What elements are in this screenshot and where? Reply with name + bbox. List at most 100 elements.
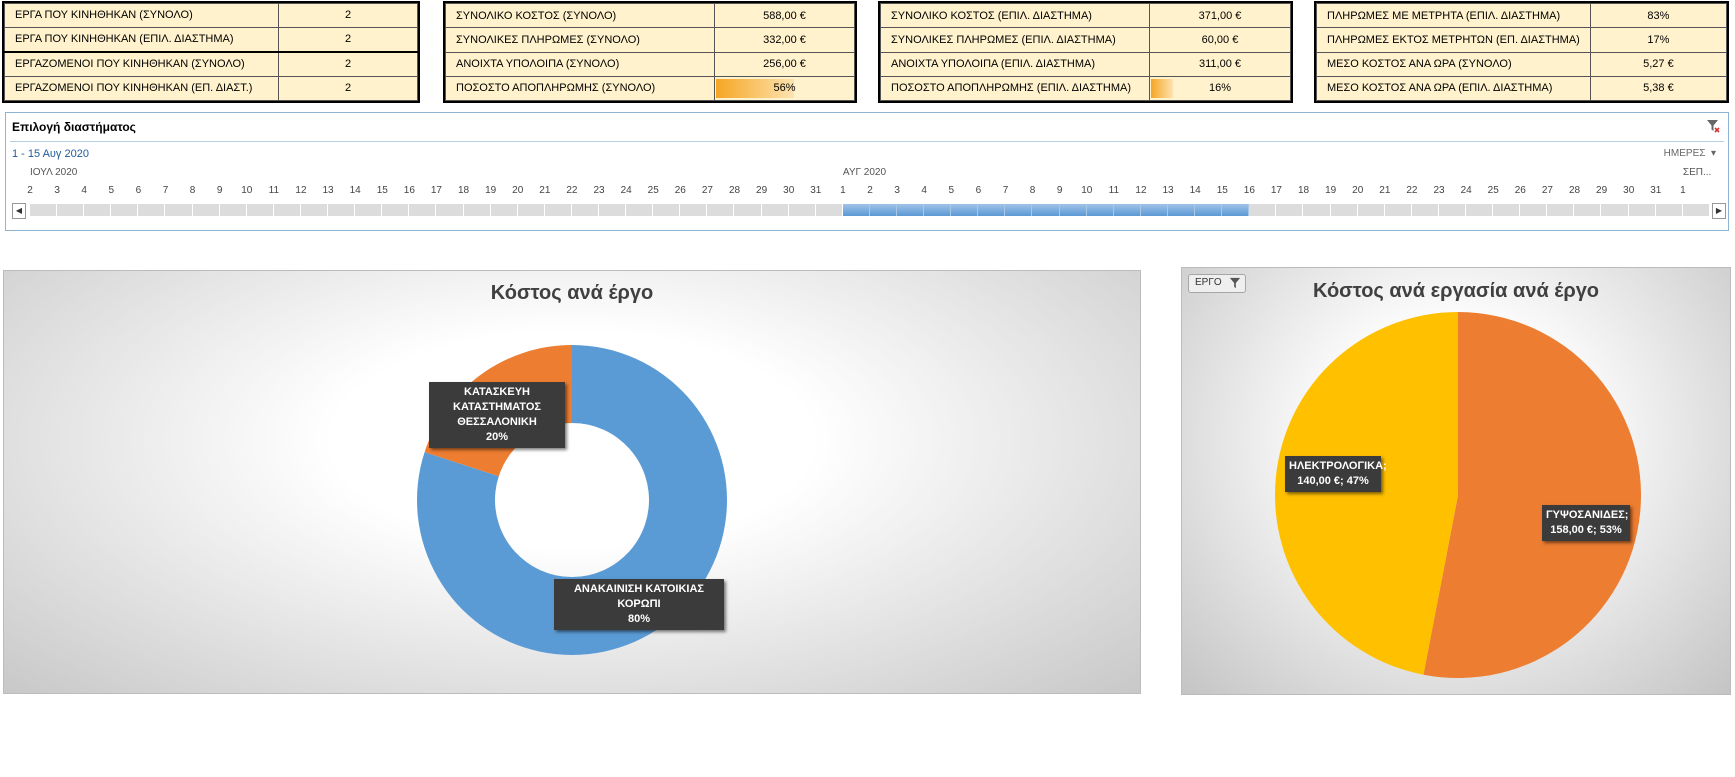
kpi-value[interactable]: 83% <box>1589 2 1728 29</box>
timeline-day-cell[interactable] <box>571 204 598 216</box>
timeline-day-cell[interactable] <box>436 204 463 216</box>
timeline-day-cell[interactable] <box>192 204 219 216</box>
timeline-day-cell[interactable] <box>1195 204 1223 216</box>
kpi-value[interactable]: 56% <box>714 75 855 102</box>
timeline-day-cell[interactable] <box>1628 204 1655 216</box>
kpi-label[interactable]: ΜΕΣΟ ΚΟΣΤΟΣ ΑΝΑ ΩΡΑ (ΕΠΙΛ. ΔΙΑΣΤΗΜΑ) <box>1316 75 1591 102</box>
kpi-label[interactable]: ΑΝΟΙΧΤΑ ΥΠΟΛΟΙΠΑ (ΣΥΝΟΛΟ) <box>445 51 715 77</box>
kpi-label[interactable]: ΑΝΟΙΧΤΑ ΥΠΟΛΟΙΠΑ (ΕΠΙΛ. ΔΙΑΣΤΗΜΑ) <box>880 51 1150 77</box>
timeline-track[interactable] <box>30 204 1710 216</box>
kpi-value[interactable]: 17% <box>1589 27 1728 53</box>
timeline-day-cell[interactable] <box>165 204 192 216</box>
timeline-day-cell[interactable] <box>300 204 328 216</box>
timeline-day-cell[interactable] <box>1357 204 1384 216</box>
timeline-day-cell[interactable] <box>1438 204 1465 216</box>
timeline-day-cell[interactable] <box>680 204 707 216</box>
kpi-value[interactable]: 371,00 € <box>1149 2 1291 29</box>
kpi-label[interactable]: ΣΥΝΟΛΙΚΕΣ ΠΛΗΡΩΜΕΣ (ΕΠΙΛ. ΔΙΑΣΤΗΜΑ) <box>880 27 1150 53</box>
timeline-day-cell[interactable] <box>1547 204 1574 216</box>
timeline-day-cell[interactable] <box>111 204 138 216</box>
timeline-day-cell[interactable] <box>626 204 653 216</box>
timeline-day-cell[interactable] <box>30 204 57 216</box>
timeline-day-cell[interactable] <box>219 204 246 216</box>
timeline-day-cell[interactable] <box>57 204 84 216</box>
pie-chart[interactable] <box>1182 268 1730 694</box>
kpi-value[interactable]: 60,00 € <box>1149 27 1291 53</box>
timeline-day-cell[interactable] <box>1303 204 1330 216</box>
kpi-value[interactable]: 332,00 € <box>714 27 855 53</box>
timeline-day-cell[interactable] <box>1167 204 1196 216</box>
timeline-day-cell[interactable] <box>328 204 355 216</box>
kpi-value[interactable]: 256,00 € <box>714 51 855 77</box>
kpi-value[interactable]: 2 <box>278 3 418 28</box>
kpi-label[interactable]: ΠΛΗΡΩΜΕΣ ΕΚΤΟΣ ΜΕΤΡΗΤΩΝ (ΕΠ. ΔΙΑΣΤΗΜΑ) <box>1316 27 1591 53</box>
timeline-day-cell[interactable] <box>869 204 897 216</box>
timeline-day-cell[interactable] <box>1520 204 1547 216</box>
timeline-day-cell[interactable] <box>1493 204 1520 216</box>
timeline-day-cell[interactable] <box>544 204 571 216</box>
kpi-label[interactable]: ΕΡΓΑ ΠΟΥ ΚΙΝΗΘΗΚΑΝ (ΕΠΙΛ. ΔΙΑΣΤΗΜΑ) <box>4 26 279 53</box>
timeline-day-cell[interactable] <box>1330 204 1357 216</box>
kpi-label[interactable]: ΣΥΝΟΛΙΚΟ ΚΟΣΤΟΣ (ΣΥΝΟΛΟ) <box>445 2 715 29</box>
timeline-day-cell[interactable] <box>951 204 979 216</box>
kpi-label[interactable]: ΣΥΝΟΛΙΚΕΣ ΠΛΗΡΩΜΕΣ (ΣΥΝΟΛΟ) <box>445 27 715 53</box>
kpi-label[interactable]: ΠΟΣΟΣΤΟ ΑΠΟΠΛΗΡΩΜΗΣ (ΣΥΝΟΛΟ) <box>445 75 715 102</box>
timeline-day-cell[interactable] <box>382 204 409 216</box>
kpi-label[interactable]: ΕΡΓΑΖΟΜΕΝΟΙ ΠΟΥ ΚΙΝΗΘΗΚΑΝ (ΣΥΝΟΛΟ) <box>4 51 279 77</box>
timeline-day-cell[interactable] <box>138 204 165 216</box>
timeline-day-cell[interactable] <box>734 204 761 216</box>
kpi-value[interactable]: 311,00 € <box>1149 51 1291 77</box>
timeline-day-cell[interactable] <box>273 204 300 216</box>
kpi-label[interactable]: ΕΡΓΑΖΟΜΕΝΟΙ ΠΟΥ ΚΙΝΗΘΗΚΑΝ (ΕΠ. ΔΙΑΣΤ.) <box>4 75 279 102</box>
kpi-label[interactable]: ΜΕΣΟ ΚΟΣΤΟΣ ΑΝΑ ΩΡΑ (ΣΥΝΟΛΟ) <box>1316 51 1591 77</box>
timeline-day-cell[interactable] <box>842 204 870 216</box>
timeline-day-cell[interactable] <box>1465 204 1493 216</box>
kpi-value[interactable]: 2 <box>278 75 418 102</box>
kpi-label[interactable]: ΣΥΝΟΛΙΚΟ ΚΟΣΤΟΣ (ΕΠΙΛ. ΔΙΑΣΤΗΜΑ) <box>880 2 1150 29</box>
timeline-day-cell[interactable] <box>598 204 626 216</box>
timeline-day-cell[interactable] <box>1249 204 1276 216</box>
timeline-day-cell[interactable] <box>1655 204 1682 216</box>
kpi-value[interactable]: 5,27 € <box>1589 51 1728 77</box>
timeline-day-cell[interactable] <box>653 204 680 216</box>
timeline-day-cell[interactable] <box>246 204 273 216</box>
timeline-day-cell[interactable] <box>1601 204 1628 216</box>
timeline-day-cell[interactable] <box>1384 204 1411 216</box>
timeline-day-cell[interactable] <box>978 204 1006 216</box>
time-level-dropdown[interactable]: ΗΜΕΡΕΣ ▾ <box>1664 148 1716 159</box>
scroll-right-arrow[interactable]: ▶ <box>1712 203 1726 219</box>
clear-filter-icon[interactable] <box>1706 119 1720 133</box>
timeline-day-cell[interactable] <box>517 204 544 216</box>
timeline-day-cell[interactable] <box>1574 204 1601 216</box>
timeline-day-cell[interactable] <box>707 204 734 216</box>
timeline-day-cell[interactable] <box>1059 204 1087 216</box>
timeline-day-cell[interactable] <box>897 204 925 216</box>
scroll-left-arrow[interactable]: ◀ <box>12 203 26 219</box>
kpi-value[interactable]: 2 <box>278 51 418 77</box>
timeline-day-cell[interactable] <box>1113 204 1141 216</box>
kpi-label[interactable]: ΠΛΗΡΩΜΕΣ ΜΕ ΜΕΤΡΗΤΑ (ΕΠΙΛ. ΔΙΑΣΤΗΜΑ) <box>1316 2 1591 29</box>
timeline-day-cell[interactable] <box>355 204 382 216</box>
slice-2[interactable] <box>1275 312 1458 675</box>
timeline-day-cell[interactable] <box>1276 204 1303 216</box>
timeline-day-cell[interactable] <box>1005 204 1033 216</box>
kpi-value[interactable]: 16% <box>1149 75 1291 102</box>
timeline-day-cell[interactable] <box>409 204 436 216</box>
kpi-value[interactable]: 588,00 € <box>714 2 855 29</box>
timeline-day-cell[interactable] <box>1222 204 1250 216</box>
timeline-day-cell[interactable] <box>463 204 490 216</box>
timeline-day-cell[interactable] <box>1032 204 1060 216</box>
timeline-day-cell[interactable] <box>84 204 111 216</box>
timeline-day-cell[interactable] <box>1682 204 1709 216</box>
kpi-value[interactable]: 2 <box>278 26 418 53</box>
kpi-label[interactable]: ΠΟΣΟΣΤΟ ΑΠΟΠΛΗΡΩΜΗΣ (ΕΠΙΛ. ΔΙΑΣΤΗΜΑ) <box>880 75 1150 102</box>
kpi-label[interactable]: ΕΡΓΑ ΠΟΥ ΚΙΝΗΘΗΚΑΝ (ΣΥΝΟΛΟ) <box>4 3 279 28</box>
timeline-day-cell[interactable] <box>761 204 788 216</box>
timeline-day-cell[interactable] <box>815 204 842 216</box>
timeline-day-cell[interactable] <box>924 204 952 216</box>
timeline-day-cell[interactable] <box>1086 204 1114 216</box>
timeline-day-cell[interactable] <box>490 204 517 216</box>
kpi-value[interactable]: 5,38 € <box>1589 75 1728 102</box>
timeline-day-cell[interactable] <box>788 204 815 216</box>
timeline-day-cell[interactable] <box>1411 204 1438 216</box>
